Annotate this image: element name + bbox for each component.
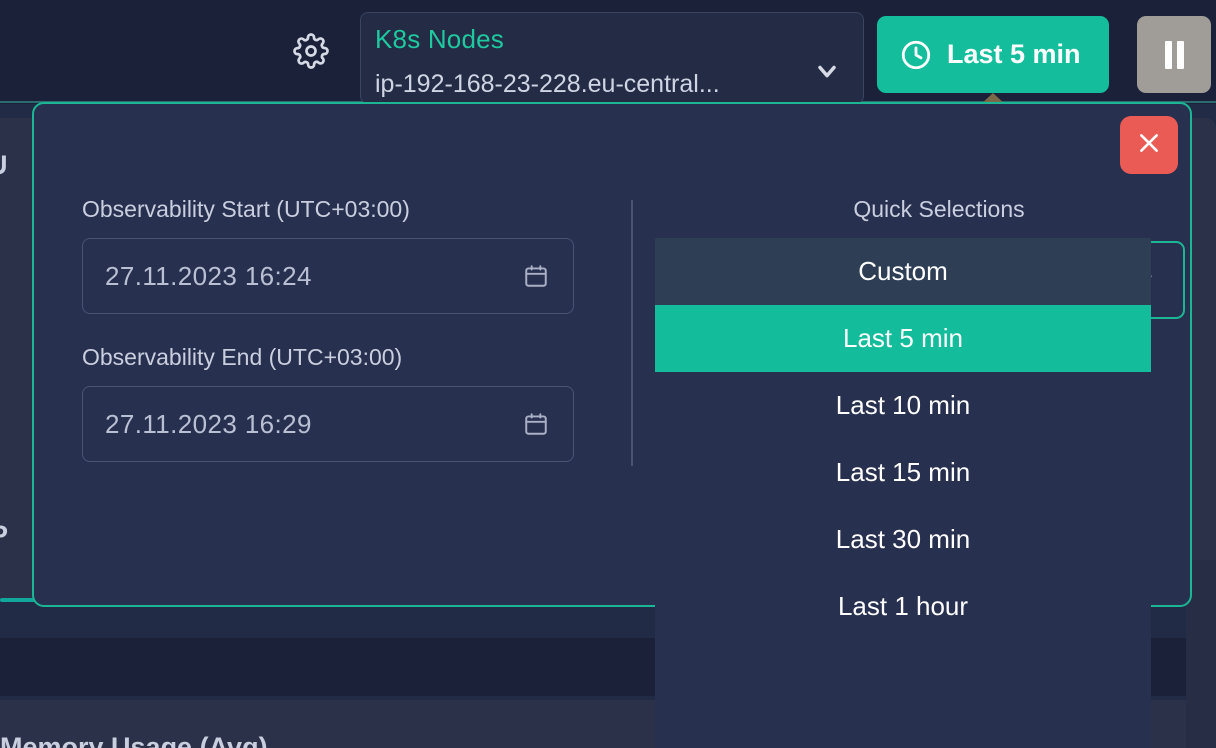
end-field-label: Observability End (UTC+03:00) xyxy=(82,344,612,371)
start-date-value: 27.11.2023 16:24 xyxy=(105,261,312,292)
node-selector[interactable]: K8s Nodes ip-192-168-23-228.eu-central..… xyxy=(360,12,864,104)
pause-icon xyxy=(1165,41,1184,69)
time-range-label: Last 5 min xyxy=(947,39,1081,70)
column-divider xyxy=(631,200,633,466)
background-panel-title-cpu: U xyxy=(0,150,8,181)
pause-button[interactable] xyxy=(1137,16,1211,93)
calendar-icon[interactable] xyxy=(523,263,549,289)
dropdown-option[interactable]: Last 5 min xyxy=(655,305,1151,372)
node-selector-value: ip-192-168-23-228.eu-central... xyxy=(375,70,720,99)
close-button[interactable] xyxy=(1120,116,1178,174)
dropdown-option[interactable]: Last 1 hour xyxy=(655,573,1151,640)
background-panel-title-pods: P xyxy=(0,520,8,551)
end-date-input[interactable]: 27.11.2023 16:29 xyxy=(82,386,574,462)
quick-selections-title: Quick Selections xyxy=(689,196,1189,223)
calendar-icon[interactable] xyxy=(523,411,549,437)
quick-selections-dropdown[interactable]: CustomLast 5 minLast 10 minLast 15 minLa… xyxy=(655,238,1151,748)
start-date-input[interactable]: 27.11.2023 16:24 xyxy=(82,238,574,314)
chevron-down-icon[interactable] xyxy=(813,57,841,85)
dropdown-option[interactable]: Last 10 min xyxy=(655,372,1151,439)
custom-range-section: Observability Start (UTC+03:00) 27.11.20… xyxy=(82,196,612,462)
end-date-value: 27.11.2023 16:29 xyxy=(105,409,312,440)
app-root: U P Memory Usage (Avg) K8s Nodes ip-192-… xyxy=(0,0,1216,748)
gear-icon[interactable] xyxy=(293,33,329,69)
close-icon xyxy=(1136,130,1162,161)
node-selector-title: K8s Nodes xyxy=(375,24,504,55)
background-bottom-title: Memory Usage (Avg) xyxy=(0,732,268,748)
dropdown-option[interactable]: Custom xyxy=(655,238,1151,305)
time-range-button[interactable]: Last 5 min xyxy=(877,16,1109,93)
clock-icon xyxy=(899,38,933,72)
dropdown-option[interactable]: Last 30 min xyxy=(655,506,1151,573)
dropdown-option[interactable]: Last 15 min xyxy=(655,439,1151,506)
start-field-label: Observability Start (UTC+03:00) xyxy=(82,196,612,223)
